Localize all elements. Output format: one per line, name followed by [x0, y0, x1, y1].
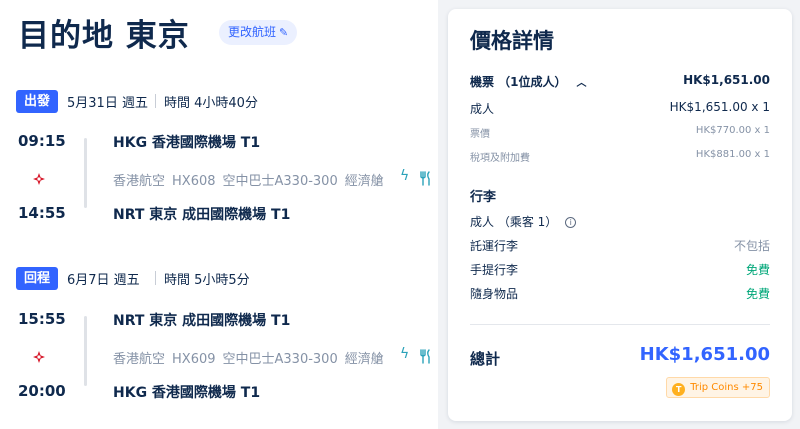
change-flight-label: 更改航班 [228, 25, 277, 39]
outbound-flight-info: 香港航空 HX608 空中巴士A330-300 經濟艙 [113, 170, 391, 189]
personal-item-label: 隨身物品 [470, 287, 519, 301]
aircraft-type: 空中巴士A330-300 [222, 352, 338, 367]
return-route-line [84, 316, 87, 386]
trip-coins-badge: T Trip Coins +75 [666, 377, 770, 398]
ticket-summary-row[interactable]: 機票 （1位成人） ︿ HK$1,651.00 [470, 73, 770, 91]
airline-name: 香港航空 [113, 174, 166, 189]
return-arrive-airport: HKG 香港國際機場 T1 [113, 385, 261, 401]
airline-logo-icon [33, 173, 45, 185]
outbound-leg: 出發 5月31日 週五 時間 4小時40分 09:15 14:55 HKG 香港… [0, 90, 440, 230]
return-badge: 回程 [16, 267, 59, 290]
checked-baggage-row: 託運行李 不包括 [470, 237, 770, 255]
ticket-label: 機票 （1位成人） [470, 75, 567, 89]
checked-baggage-value: 不包括 [733, 239, 770, 253]
tax-row: 稅項及附加費 HK$881.00 x 1 [470, 149, 770, 167]
itinerary-panel: 目的地 東京 更改航班 ✎ 出發 5月31日 週五 時間 4小時40分 09:15… [0, 0, 440, 429]
info-icon[interactable]: i [565, 217, 577, 228]
adult-price-row: 成人 HK$1,651.00 x 1 [470, 100, 770, 118]
return-depart-time: 15:55 [18, 310, 66, 328]
airline-logo-icon [33, 351, 45, 363]
outbound-date: 5月31日 週五 [67, 96, 148, 111]
divider [470, 324, 770, 325]
return-arrive-time: 20:00 [18, 382, 66, 400]
flight-number: HX609 [172, 352, 216, 367]
trip-coins-label: Trip Coins +75 [690, 382, 763, 393]
divider [155, 271, 156, 285]
chevron-up-icon[interactable]: ︿ [577, 74, 587, 89]
cabin-class: 經濟艙 [344, 174, 384, 189]
trip-coin-icon: T [672, 383, 686, 396]
tax-label: 稅項及附加費 [470, 153, 530, 164]
outbound-route-line [84, 138, 87, 208]
outbound-depart-time: 09:15 [18, 132, 66, 150]
tax-value: HK$881.00 x 1 [695, 149, 770, 160]
personal-item-row: 隨身物品 免費 [470, 285, 770, 303]
fare-row: 票價 HK$770.00 x 1 [470, 125, 770, 143]
bolt-icon: ϟ [400, 168, 410, 184]
outbound-depart-airport: HKG 香港國際機場 T1 [113, 135, 261, 151]
bolt-icon: ϟ [400, 346, 410, 362]
return-flight-info: 香港航空 HX609 空中巴士A330-300 經濟艙 [113, 348, 391, 367]
fare-value: HK$770.00 x 1 [695, 125, 770, 136]
baggage-passenger-row: 成人 （乘客 1） i [470, 213, 770, 231]
outbound-arrive-time: 14:55 [18, 204, 66, 222]
total-label: 總計 [470, 350, 501, 368]
price-details-title: 價格詳情 [470, 29, 554, 53]
cabin-class: 經濟艙 [344, 352, 384, 367]
ticket-total: HK$1,651.00 [683, 73, 770, 87]
carryon-row: 手提行李 免費 [470, 261, 770, 279]
utensils-icon [420, 171, 430, 186]
airline-name: 香港航空 [113, 352, 166, 367]
adult-label: 成人 [470, 102, 495, 116]
divider [155, 94, 156, 108]
aircraft-type: 空中巴士A330-300 [222, 174, 338, 189]
price-details-card: 價格詳情 機票 （1位成人） ︿ HK$1,651.00 成人 HK$1,651.… [448, 9, 792, 421]
checked-baggage-label: 託運行李 [470, 239, 519, 253]
outbound-badge: 出發 [16, 90, 59, 113]
page-title: 目的地 東京 [18, 18, 190, 54]
personal-item-value: 免費 [745, 287, 770, 301]
baggage-title: 行李 [470, 190, 497, 205]
flight-number: HX608 [172, 174, 216, 189]
pencil-icon: ✎ [279, 26, 289, 39]
carryon-label: 手提行李 [470, 263, 519, 277]
outbound-duration: 時間 4小時40分 [164, 96, 258, 111]
return-depart-airport: NRT 東京 成田國際機場 T1 [113, 313, 291, 329]
carryon-value: 免費 [745, 263, 770, 277]
adult-value: HK$1,651.00 x 1 [669, 100, 770, 114]
return-duration: 時間 5小時5分 [164, 273, 250, 288]
fare-label: 票價 [470, 129, 490, 140]
total-value: HK$1,651.00 [639, 344, 770, 365]
baggage-passenger-label: 成人 （乘客 1） [470, 215, 558, 229]
outbound-arrive-airport: NRT 東京 成田國際機場 T1 [113, 207, 291, 223]
return-leg: 回程 6月7日 週五 時間 5小時5分 15:55 20:00 NRT 東京 成… [0, 267, 440, 407]
return-date: 6月7日 週五 [67, 273, 140, 288]
change-flight-button[interactable]: 更改航班 ✎ [219, 20, 298, 45]
utensils-icon [420, 349, 430, 364]
